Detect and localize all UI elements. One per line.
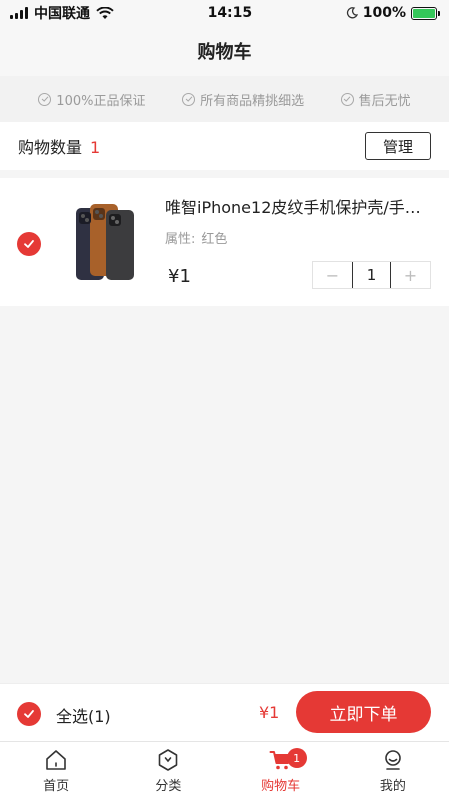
attribute-value: 红色: [201, 232, 228, 247]
place-order-button[interactable]: 立即下单: [296, 691, 431, 733]
total-price: ¥1: [259, 703, 280, 722]
quantity-input[interactable]: 1: [352, 262, 391, 288]
battery-icon: [411, 6, 440, 20]
cart-badge: 1: [286, 748, 307, 768]
checkout-bar: 全选(1) ¥1 立即下单: [0, 683, 449, 741]
assurance-item: 100%正品保证: [38, 90, 145, 109]
checkmark-icon: [24, 240, 34, 248]
assurance-label: 100%正品保证: [56, 93, 146, 109]
checkmark-icon: [24, 710, 34, 718]
cart-count-bar: 购物数量 1 管理: [0, 122, 449, 170]
check-circle-icon: [182, 92, 196, 106]
product-attribute: 属性: 红色: [165, 228, 227, 247]
select-all-checkbox[interactable]: [17, 702, 41, 726]
page-title: 购物车: [197, 42, 252, 63]
tab-label: 我的: [379, 779, 406, 794]
attribute-label: 属性:: [165, 232, 196, 247]
increment-button[interactable]: +: [391, 262, 430, 288]
battery-percent: 100%: [362, 5, 406, 21]
tab-label: 购物车: [261, 779, 301, 794]
tab-label: 首页: [43, 779, 70, 794]
cart-count-label: 购物数量: [18, 138, 83, 157]
moon-icon: [346, 7, 358, 19]
assurance-label: 所有商品精挑细选: [200, 93, 305, 109]
cart-count-number: 1: [90, 138, 101, 157]
signal-icon: [10, 7, 28, 19]
manage-button[interactable]: 管理: [365, 132, 431, 160]
decrement-button[interactable]: −: [313, 262, 352, 288]
tab-home[interactable]: 首页: [0, 742, 112, 799]
status-right: 100%: [346, 5, 440, 21]
assurance-label: 售后无忧: [358, 93, 411, 109]
status-time: 14:15: [207, 5, 253, 21]
item-checkbox[interactable]: [17, 232, 41, 256]
tab-category[interactable]: 分类: [112, 742, 224, 799]
wifi-icon: [96, 6, 114, 19]
tab-cart[interactable]: 1 购物车: [225, 742, 337, 799]
product-image[interactable]: [70, 198, 140, 284]
assurance-strip: 100%正品保证 所有商品精挑细选 售后无忧: [0, 76, 449, 122]
nav-bar: 购物车: [0, 26, 449, 76]
assurance-item: 售后无忧: [340, 90, 411, 109]
product-price: ¥1: [168, 266, 191, 287]
category-icon: [159, 749, 178, 771]
cart-count: 购物数量 1: [18, 134, 100, 158]
quantity-stepper: − 1 +: [312, 261, 431, 289]
check-circle-icon: [38, 92, 52, 106]
select-all-label[interactable]: 全选(1): [56, 703, 111, 727]
tab-bar: 首页 分类 1 购物车 我的: [0, 741, 449, 799]
assurance-item: 所有商品精挑细选: [182, 90, 304, 109]
status-left: 中国联通: [10, 3, 114, 23]
check-circle-icon: [340, 92, 354, 106]
status-bar: 中国联通 14:15 100%: [0, 0, 449, 26]
tab-profile[interactable]: 我的: [337, 742, 449, 799]
product-title[interactable]: 唯智iPhone12皮纹手机保护壳/手…: [165, 194, 433, 218]
profile-icon: [385, 750, 401, 770]
carrier-name: 中国联通: [34, 6, 90, 22]
cart-item: 唯智iPhone12皮纹手机保护壳/手… 属性: 红色 ¥1 − 1 +: [0, 178, 449, 306]
tab-label: 分类: [155, 779, 182, 794]
home-icon: [46, 750, 66, 770]
